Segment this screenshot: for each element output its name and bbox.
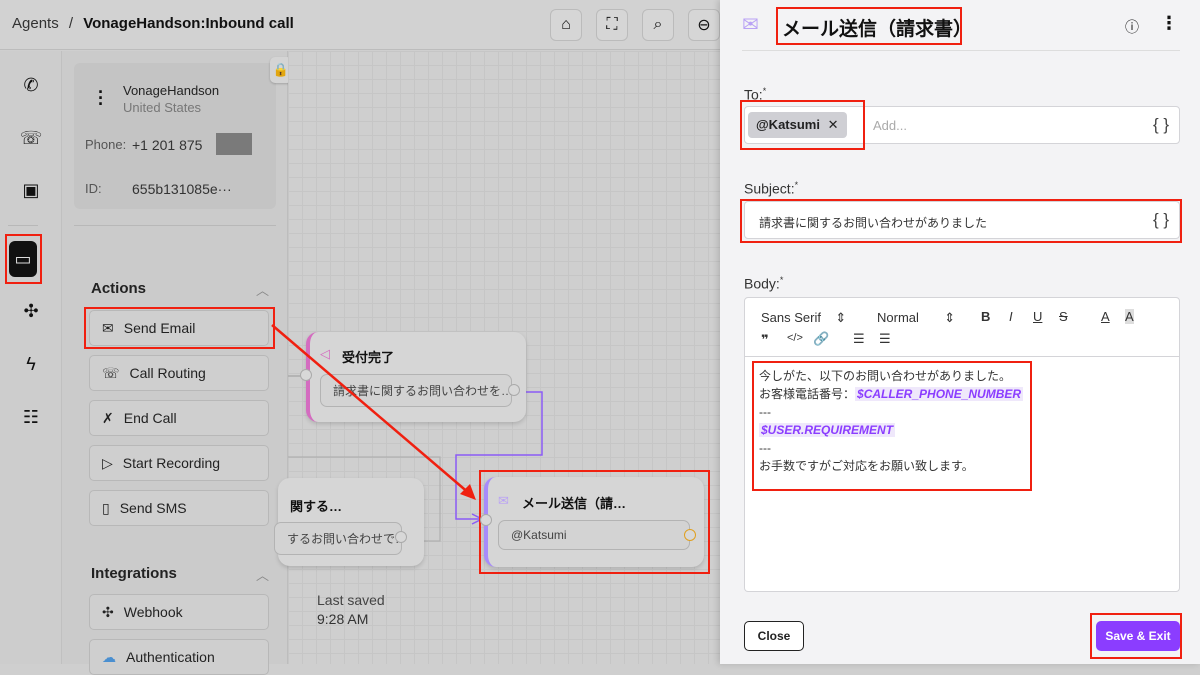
bold-icon[interactable]: B [981,309,990,324]
annotation-arrow [271,324,476,500]
body-label: Body:* [744,275,784,292]
recipient-chip[interactable]: @Katsumi ✕ [748,112,847,138]
last-saved-label: Last saved [317,592,385,608]
mail-icon: ✉ [742,14,759,36]
font-select[interactable]: Sans Serif ⇕ [761,310,846,326]
subject-label: Subject:* [744,180,799,197]
more-options-icon[interactable]: ⋮ [1160,13,1178,34]
to-add-input[interactable]: Add... [873,118,907,133]
ordered-list-icon[interactable]: ☰ [853,331,865,347]
email-node-panel: ✉ メール送信（請求書） ⓘ ⋮ To:* Add... { } @Katsum… [720,0,1200,664]
divider [742,50,1180,51]
bullet-list-icon[interactable]: ☰ [879,331,891,347]
variable-button[interactable]: { } [1153,115,1169,135]
annotation-box [740,199,1182,243]
size-select[interactable]: Normal ⇕ [877,310,955,326]
remove-chip-icon[interactable]: ✕ [828,117,839,132]
last-saved-time: 9:28 AM [317,611,369,627]
close-button[interactable]: Close [744,621,804,651]
flow-canvas[interactable]: ◁ 受付完了 請求書に関するお問い合わせを… 関する… するお問い合わせで… ✉… [271,51,720,664]
text-color-icon[interactable]: A [1101,309,1110,324]
info-icon[interactable]: ⓘ [1125,17,1139,37]
highlight-icon[interactable]: A [1125,309,1134,324]
strike-icon[interactable]: S [1059,309,1068,324]
quote-icon[interactable]: ❞ [761,332,769,348]
editor-toolbar: Sans Serif ⇕ Normal ⇕ B I U S A A ❞ </> … [744,297,1180,357]
italic-icon[interactable]: I [1009,309,1013,324]
panel-title: メール送信（請求書） [782,19,973,40]
save-exit-button[interactable]: Save & Exit [1096,621,1180,651]
underline-icon[interactable]: U [1033,309,1042,324]
annotation-box [752,361,1032,491]
code-icon[interactable]: </> [787,332,803,344]
link-icon[interactable]: 🔗 [813,331,829,347]
